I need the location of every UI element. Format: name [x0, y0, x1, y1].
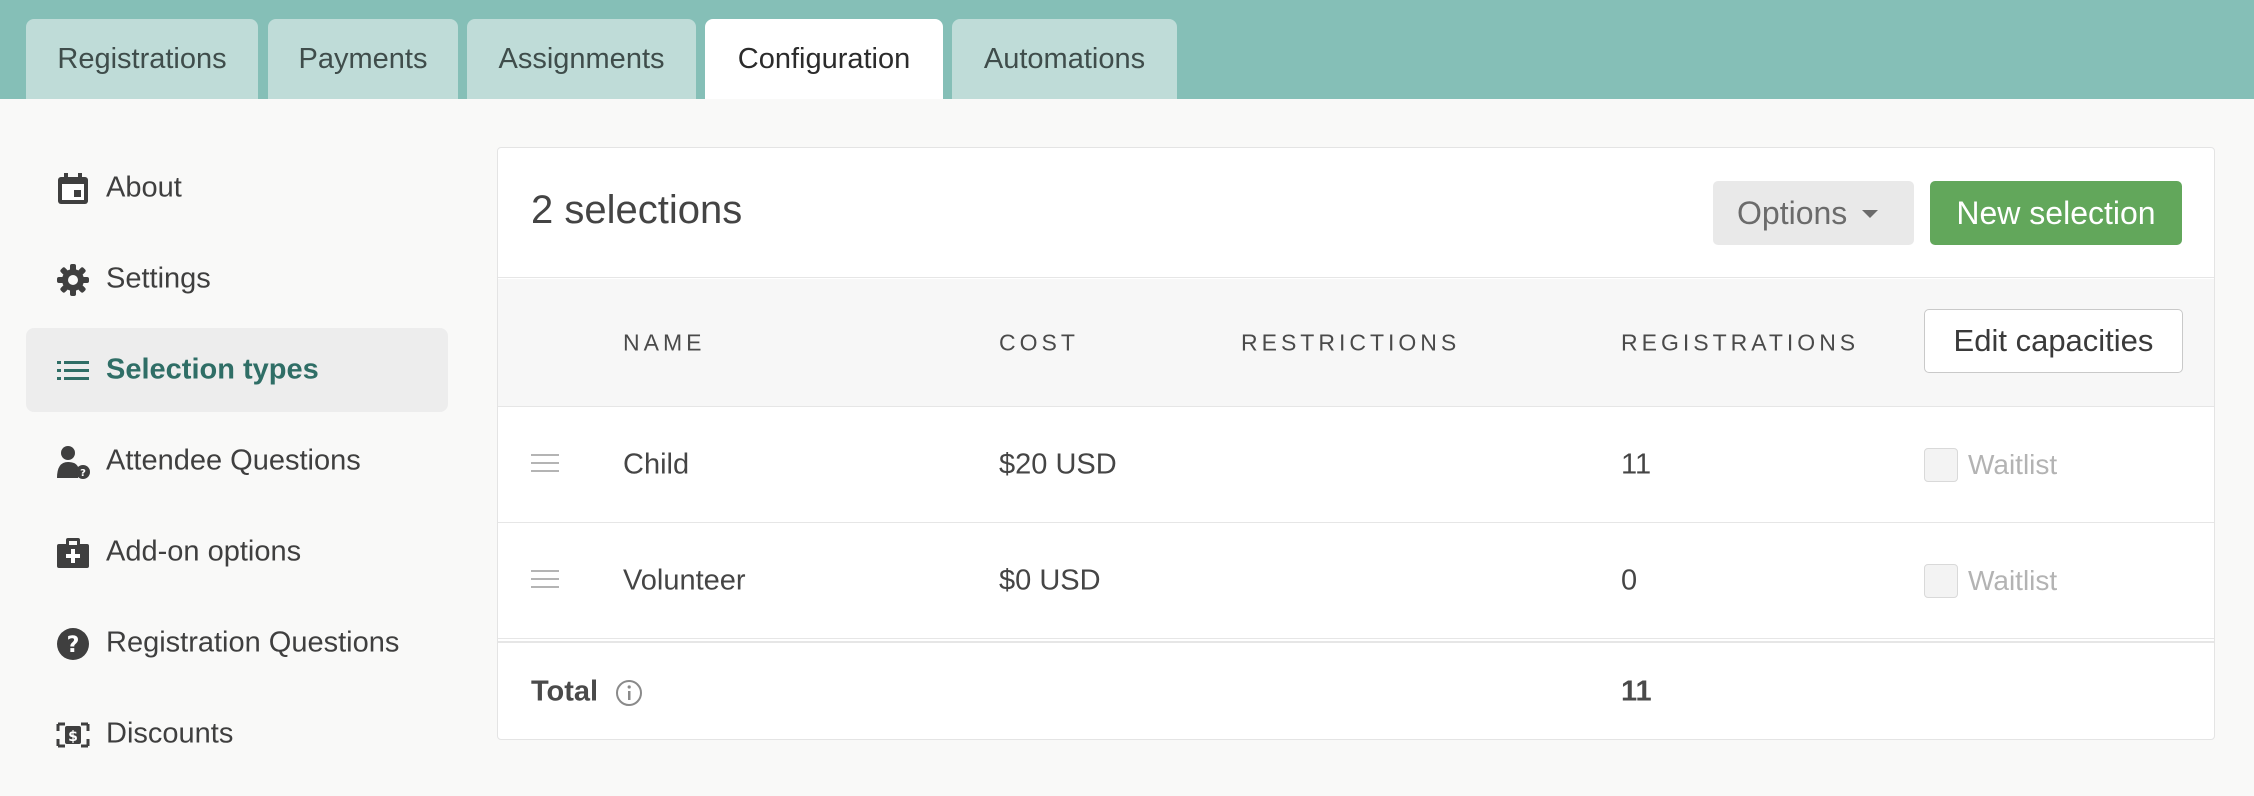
sidebar-item-about[interactable]: About [26, 146, 448, 230]
options-dropdown-button[interactable]: Options [1713, 181, 1914, 245]
column-header-restrictions: RESTRICTIONS [1241, 329, 1461, 355]
calendar-icon [56, 172, 90, 206]
selections-panel: 2 selections Options New selection NAME … [497, 147, 2215, 740]
table-header: NAME COST RESTRICTIONS REGISTRATIONS Edi… [498, 279, 2214, 407]
medical-bag-icon [56, 536, 90, 570]
row-name: Child [623, 448, 690, 481]
sidebar-item-add-on-options[interactable]: Add-on options [26, 510, 448, 594]
tab-assignments[interactable]: Assignments [467, 19, 696, 99]
sidebar-item-settings[interactable]: Settings [26, 237, 448, 321]
drag-handle-icon[interactable] [531, 454, 559, 474]
waitlist-label: Waitlist [1968, 449, 2058, 480]
top-tab-bar: Registrations Payments Assignments Confi… [0, 0, 2254, 99]
svg-text:$: $ [68, 729, 78, 745]
table-row: Volunteer $0 USD 0 Waitlist [498, 524, 2214, 639]
sidebar-item-selection-types[interactable]: Selection types [26, 328, 448, 412]
row-cost: $0 USD [999, 564, 1101, 597]
tab-configuration[interactable]: Configuration [705, 19, 943, 99]
row-cost: $20 USD [999, 448, 1117, 481]
options-label: Options [1737, 194, 1848, 231]
new-selection-button[interactable]: New selection [1930, 181, 2182, 245]
sidebar-item-label: Attendee Questions [106, 444, 361, 477]
sidebar-item-attendee-questions[interactable]: ? Attendee Questions [26, 419, 448, 503]
tab-label: Registrations [57, 42, 227, 75]
row-registrations: 11 [1621, 448, 1652, 481]
tab-automations[interactable]: Automations [952, 19, 1177, 99]
waitlist-label: Waitlist [1968, 565, 2058, 596]
person-question-icon: ? [56, 445, 90, 479]
svg-text:?: ? [67, 633, 80, 658]
waitlist-checkbox[interactable] [1924, 448, 1958, 482]
total-registrations: 11 [1621, 675, 1652, 708]
sidebar-item-label: Settings [106, 262, 211, 295]
row-name: Volunteer [623, 564, 746, 597]
table-row: Child $20 USD 11 Waitlist [498, 408, 2214, 523]
sidebar-item-label: Selection types [106, 353, 319, 386]
gear-icon [56, 263, 90, 297]
waitlist-toggle: Waitlist [1924, 448, 2057, 482]
selection-count-title: 2 selections [531, 188, 743, 232]
sidebar-item-label: Add-on options [106, 535, 302, 568]
question-circle-icon: ? [56, 627, 90, 661]
tab-label: Automations [983, 42, 1146, 75]
waitlist-checkbox[interactable] [1924, 564, 1958, 598]
tab-label: Payments [298, 42, 428, 75]
panel-header: 2 selections Options New selection [498, 148, 2214, 278]
drag-handle-icon[interactable] [531, 570, 559, 590]
sidebar-item-discounts[interactable]: $ Discounts [26, 692, 448, 776]
sidebar-item-registration-questions[interactable]: ? Registration Questions [26, 601, 448, 685]
total-row: Total 11 [498, 641, 2214, 741]
discount-icon: $ [56, 718, 90, 752]
column-header-registrations: REGISTRATIONS [1621, 329, 1860, 355]
tab-label: Assignments [498, 42, 665, 75]
row-registrations: 0 [1621, 564, 1638, 597]
tab-label: Configuration [737, 42, 911, 75]
tab-payments[interactable]: Payments [268, 19, 458, 99]
column-header-cost: COST [999, 329, 1079, 355]
svg-text:?: ? [80, 468, 86, 479]
tab-registrations[interactable]: Registrations [26, 19, 258, 99]
column-header-name: NAME [623, 329, 706, 355]
sidebar-item-label: About [106, 171, 182, 204]
sidebar-item-label: Discounts [106, 717, 234, 750]
edit-capacities-button[interactable]: Edit capacities [1924, 309, 2183, 373]
list-icon [56, 354, 90, 388]
info-icon[interactable] [615, 679, 643, 707]
waitlist-toggle: Waitlist [1924, 564, 2057, 598]
caret-down-icon [1862, 210, 1878, 218]
sidebar-item-label: Registration Questions [106, 626, 400, 659]
total-label: Total [531, 675, 599, 708]
